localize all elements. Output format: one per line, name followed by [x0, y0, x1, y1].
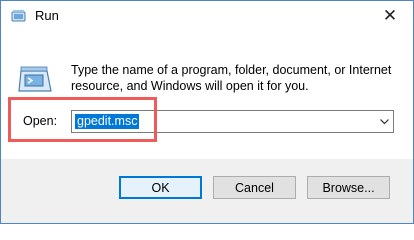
- window-title: Run: [35, 8, 59, 23]
- cancel-button[interactable]: Cancel: [213, 176, 296, 199]
- ok-button[interactable]: OK: [119, 176, 202, 199]
- browse-button[interactable]: Browse...: [307, 176, 390, 199]
- run-dialog-icon: [18, 66, 52, 92]
- dialog-description: Type the name of a program, folder, docu…: [71, 63, 392, 93]
- run-dialog: Run ✕ Type the name of a program, folder…: [0, 0, 414, 224]
- chevron-down-icon: [379, 118, 389, 124]
- dropdown-button[interactable]: [375, 111, 393, 132]
- close-icon: ✕: [382, 6, 398, 25]
- run-app-icon: [11, 10, 26, 22]
- annotation-highlight-box: [8, 97, 157, 142]
- button-bar: OK Cancel Browse...: [1, 159, 413, 223]
- title-bar[interactable]: Run ✕: [1, 1, 413, 31]
- close-button[interactable]: ✕: [367, 1, 413, 31]
